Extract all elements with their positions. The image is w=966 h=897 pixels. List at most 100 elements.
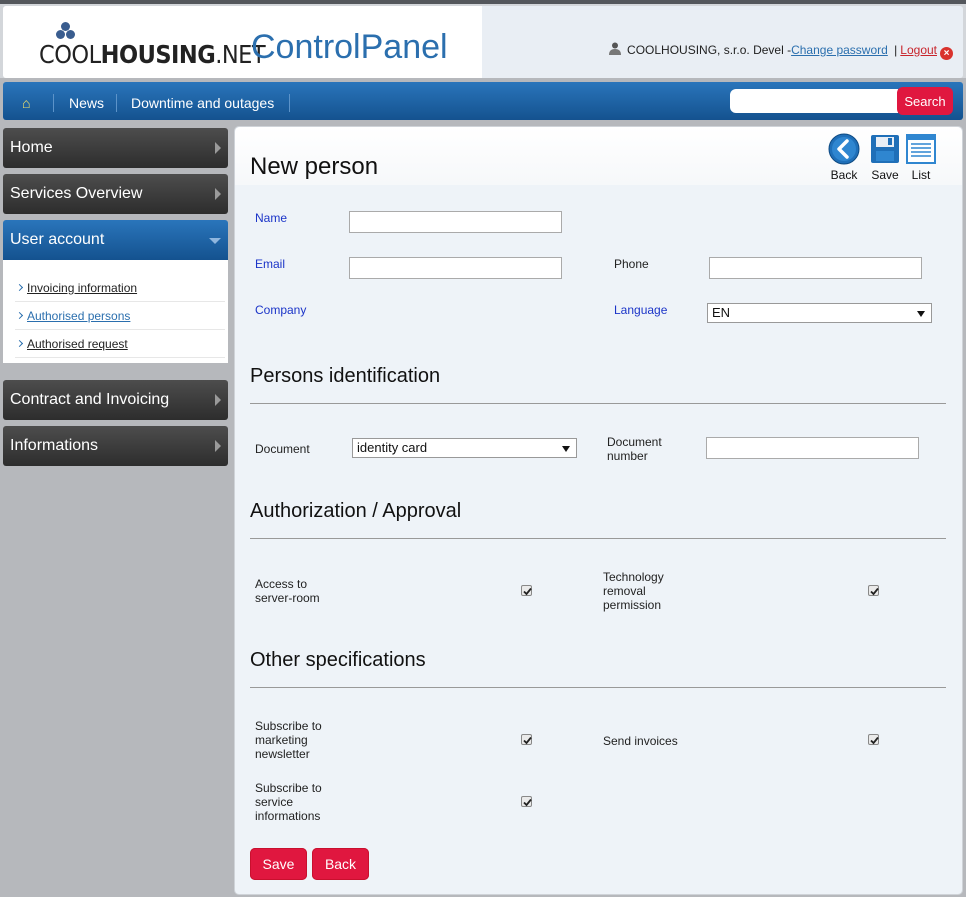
- panel-header: New person Back Save List: [235, 127, 962, 185]
- document-number-label-line: Document: [607, 435, 662, 449]
- document-select-value: identity card: [357, 440, 428, 455]
- language-select[interactable]: EN: [707, 303, 932, 323]
- nav-separator: [289, 94, 290, 112]
- logo-text: COOLHOUSING.NET: [39, 40, 266, 69]
- access-server-room-label: Access to server-room: [255, 577, 320, 605]
- sidebar-item-user-account[interactable]: User account: [3, 220, 228, 260]
- save-tool-button[interactable]: Save: [865, 133, 905, 182]
- language-select-value: EN: [712, 305, 731, 320]
- page-title: New person: [250, 153, 379, 180]
- technology-removal-label: Technology removal permission: [603, 570, 664, 612]
- label-line: newsletter: [255, 747, 310, 761]
- name-label: Name: [255, 211, 288, 225]
- logo[interactable]: COOLHOUSING.NET: [39, 22, 266, 70]
- nav-separator: [53, 94, 54, 112]
- user-separator: |: [894, 43, 898, 57]
- change-password-link[interactable]: Change password: [791, 43, 888, 57]
- list-icon: [906, 134, 936, 164]
- section-title-identification: Persons identification: [250, 365, 441, 387]
- label-line: permission: [603, 598, 662, 612]
- phone-field[interactable]: [709, 257, 922, 279]
- document-number-label-line: number: [607, 449, 648, 463]
- send-invoices-label: Send invoices: [603, 734, 678, 748]
- name-field[interactable]: [349, 211, 562, 233]
- main-panel: New person Back Save List Name Email Pho…: [234, 126, 963, 895]
- section-title-other: Other specifications: [250, 649, 426, 671]
- header-bar: COOLHOUSING.NET ControlPanel COOLHOUSING…: [3, 6, 963, 78]
- logout-link[interactable]: Logout: [900, 43, 937, 57]
- newsletter-checkbox[interactable]: [521, 734, 532, 745]
- submenu-authorised-request[interactable]: Authorised request: [15, 330, 225, 358]
- phone-label: Phone: [614, 257, 649, 271]
- checkmark-icon: [523, 798, 532, 807]
- logo-dots-icon: [51, 22, 81, 42]
- section-divider: [250, 403, 946, 404]
- app-title: ControlPanel: [251, 28, 448, 66]
- search-button[interactable]: Search: [897, 87, 953, 115]
- home-icon[interactable]: ⌂: [22, 82, 30, 120]
- label-line: service: [255, 795, 294, 809]
- back-tool-button[interactable]: Back: [824, 133, 864, 182]
- access-server-room-checkbox[interactable]: [521, 585, 532, 596]
- label-line: informations: [255, 809, 321, 823]
- sidebar-item-contract-invoicing[interactable]: Contract and Invoicing: [3, 380, 228, 420]
- technology-removal-checkbox[interactable]: [868, 585, 879, 596]
- checkmark-icon: [870, 736, 879, 745]
- label-line: removal: [603, 584, 646, 598]
- email-label: Email: [255, 257, 286, 271]
- chevron-right-icon: [215, 394, 221, 406]
- list-tool-button[interactable]: List: [901, 133, 941, 182]
- header: COOLHOUSING.NET ControlPanel COOLHOUSING…: [0, 0, 966, 78]
- sidebar-item-label: Services Overview: [10, 185, 143, 202]
- label-line: Access to: [255, 577, 308, 591]
- logo-area: COOLHOUSING.NET ControlPanel: [3, 6, 482, 78]
- language-label: Language: [614, 303, 668, 317]
- back-tool-label: Back: [830, 168, 858, 182]
- chevron-right-icon: [215, 142, 221, 154]
- email-field[interactable]: [349, 257, 562, 279]
- chevron-down-icon: [209, 238, 221, 244]
- submenu-authorised-persons[interactable]: Authorised persons: [15, 302, 225, 330]
- logout-icon[interactable]: ×: [940, 47, 953, 60]
- send-invoices-checkbox[interactable]: [868, 734, 879, 745]
- checkmark-icon: [523, 587, 532, 596]
- document-label: Document: [255, 442, 310, 456]
- list-tool-label: List: [911, 168, 931, 182]
- document-number-field[interactable]: [706, 437, 919, 459]
- sidebar-item-label: User account: [10, 231, 105, 248]
- checkmark-icon: [523, 736, 532, 745]
- service-informations-checkbox[interactable]: [521, 796, 532, 807]
- save-tool-label: Save: [871, 168, 899, 182]
- sidebar-item-home[interactable]: Home: [3, 128, 228, 168]
- submenu-invoicing-information[interactable]: Invoicing information: [15, 274, 225, 302]
- sidebar-item-label: Home: [10, 139, 53, 156]
- section-title-authorization: Authorization / Approval: [250, 500, 462, 522]
- newsletter-label: Subscribe to marketing newsletter: [255, 719, 322, 761]
- checkmark-icon: [870, 587, 879, 596]
- main-nav: ⌂ News Downtime and outages Search: [3, 82, 963, 120]
- user-info: COOLHOUSING, s.r.o. Devel -Change passwo…: [608, 42, 953, 60]
- document-select[interactable]: identity card: [352, 438, 577, 458]
- label-line: Technology: [603, 570, 664, 584]
- section-divider: [250, 538, 946, 539]
- document-number-label: Document number: [607, 435, 662, 463]
- save-button[interactable]: Save: [250, 848, 307, 880]
- sidebar-item-services-overview[interactable]: Services Overview: [3, 174, 228, 214]
- label-line: marketing: [255, 733, 308, 747]
- nav-item-news[interactable]: News: [69, 82, 104, 120]
- section-divider: [250, 687, 946, 688]
- user-account-submenu: Invoicing information Authorised persons…: [3, 260, 228, 363]
- sidebar-item-label: Contract and Invoicing: [10, 391, 170, 408]
- chevron-right-icon: [215, 188, 221, 200]
- sidebar-item-informations[interactable]: Informations: [3, 426, 228, 466]
- user-icon: [608, 42, 621, 55]
- search-input[interactable]: [730, 89, 898, 113]
- user-name: COOLHOUSING, s.r.o. Devel -: [627, 43, 792, 57]
- label-line: server-room: [255, 591, 320, 605]
- label-line: Subscribe to: [255, 719, 322, 733]
- back-button[interactable]: Back: [312, 848, 369, 880]
- nav-item-downtime[interactable]: Downtime and outages: [131, 82, 274, 120]
- label-line: Subscribe to: [255, 781, 322, 795]
- nav-separator: [116, 94, 117, 112]
- back-arrow-icon: [828, 133, 860, 165]
